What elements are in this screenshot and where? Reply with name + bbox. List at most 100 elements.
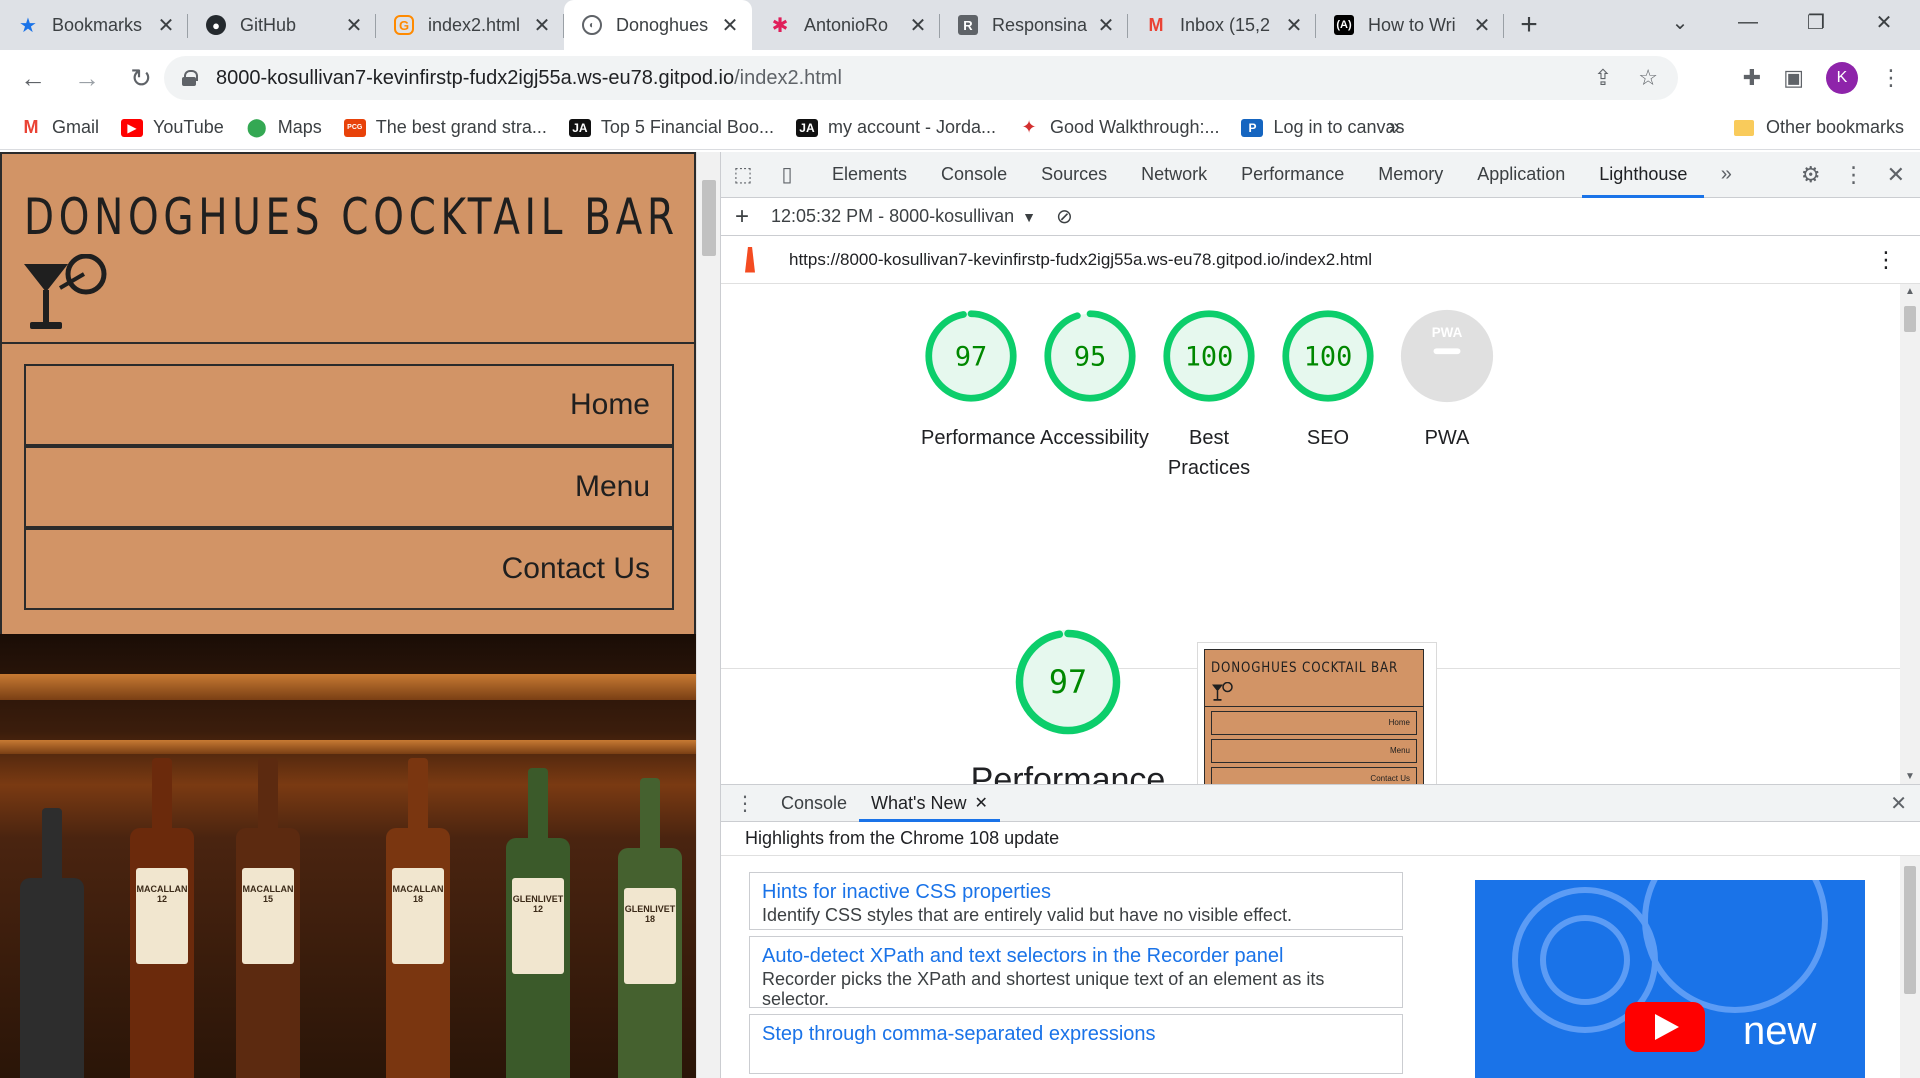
side-panel-icon[interactable]: ▣ xyxy=(1783,65,1804,91)
tab-memory[interactable]: Memory xyxy=(1361,152,1460,198)
close-window-icon[interactable]: ✕ xyxy=(1854,0,1914,44)
performance-detail-gauge[interactable]: 97 Performance xyxy=(943,626,1193,784)
bookmark-youtube[interactable]: ▶ YouTube xyxy=(121,117,224,138)
bookmark-gmail[interactable]: M Gmail xyxy=(20,117,100,138)
browser-tab-bookmarks[interactable]: ★ Bookmarks ✕ xyxy=(0,0,188,50)
score-gauge-best-practices[interactable]: 100 Best Practices xyxy=(1159,308,1259,483)
nav-contact[interactable]: Contact Us xyxy=(24,528,674,610)
bookmark-star-icon[interactable]: ☆ xyxy=(1638,65,1658,91)
card-heading[interactable]: Hints for inactive CSS properties xyxy=(762,879,1390,905)
bookmark-label: Top 5 Financial Boo... xyxy=(600,117,774,137)
other-bookmarks[interactable]: Other bookmarks xyxy=(1733,117,1904,138)
scroll-up-icon[interactable]: ▲ xyxy=(1905,286,1915,297)
report-scrollbar[interactable]: ▲ ▼ xyxy=(1900,284,1920,784)
scrollbar-thumb[interactable] xyxy=(1904,306,1916,332)
nav-home[interactable]: Home xyxy=(24,364,674,446)
browser-tab-index2[interactable]: G index2.html ✕ xyxy=(376,0,564,50)
menu-dots-icon[interactable]: ⋮ xyxy=(1880,65,1902,91)
report-select[interactable]: 12:05:32 PM - 8000-kosullivan xyxy=(771,206,1014,227)
devtools-menu-icon[interactable]: ⋮ xyxy=(1843,162,1865,188)
drawer-tab-whats-new[interactable]: What's New ✕ xyxy=(859,784,1000,822)
drawer-scrollbar[interactable] xyxy=(1900,856,1920,1078)
score-gauge-accessibility[interactable]: 95 Accessibility xyxy=(1040,308,1149,453)
device-toolbar-icon[interactable]: ▯ xyxy=(765,152,809,198)
scrollbar-thumb[interactable] xyxy=(1904,866,1916,994)
close-tab-icon[interactable]: ✕ xyxy=(1472,13,1492,38)
report-url[interactable]: https://8000-kosullivan7-kevinfirstp-fud… xyxy=(789,250,1372,270)
bookmark-label: The best grand stra... xyxy=(375,117,547,137)
share-icon[interactable]: ⇪ xyxy=(1594,65,1612,91)
bookmark-jordan[interactable]: JA my account - Jorda... xyxy=(795,117,996,138)
whats-new-card[interactable]: Hints for inactive CSS properties Identi… xyxy=(749,872,1403,930)
scroll-down-icon[interactable]: ▼ xyxy=(1905,771,1915,782)
tab-console[interactable]: Console xyxy=(924,152,1024,198)
other-bookmarks-label: Other bookmarks xyxy=(1765,117,1904,137)
restore-icon[interactable]: ❐ xyxy=(1786,0,1846,44)
close-tab-icon[interactable]: ✕ xyxy=(1284,13,1304,38)
score-gauge-pwa[interactable]: PWA PWA xyxy=(1397,308,1497,453)
browser-tab-donoghues[interactable]: ◐ Donoghues ✕ xyxy=(564,0,752,50)
close-tab-icon[interactable]: ✕ xyxy=(1096,13,1116,38)
thumb-nav: Home Menu Contact Us xyxy=(1204,707,1424,784)
score-gauge-performance[interactable]: 97 Performance xyxy=(921,308,1036,453)
bottle: MACALLAN 18 xyxy=(386,758,450,1078)
tab-sources[interactable]: Sources xyxy=(1024,152,1124,198)
forward-icon[interactable]: → xyxy=(66,57,108,99)
extensions-icon[interactable]: ✚ xyxy=(1743,65,1761,91)
browser-tab-responsina[interactable]: R Responsina ✕ xyxy=(940,0,1128,50)
lock-icon xyxy=(182,70,198,86)
bookmarks-overflow-icon[interactable]: » xyxy=(1389,116,1400,139)
tab-elements[interactable]: Elements xyxy=(815,152,924,198)
reload-icon[interactable]: ↻ xyxy=(120,57,162,99)
clear-reports-icon[interactable]: ⊘ xyxy=(1056,204,1073,229)
browser-toolbar: ← → ↻ 8000-kosullivan7-kevinfirstp-fudx2… xyxy=(0,50,1920,106)
avatar[interactable]: K xyxy=(1826,62,1858,94)
report-menu-icon[interactable]: ⋮ xyxy=(1875,247,1897,273)
close-tab-icon[interactable]: ✕ xyxy=(344,13,364,38)
close-tab-icon[interactable]: ✕ xyxy=(908,13,928,38)
browser-tab-slack[interactable]: ✱ AntonioRo ✕ xyxy=(752,0,940,50)
bottle-label: MACALLAN 12 xyxy=(136,868,188,964)
settings-gear-icon[interactable]: ⚙ xyxy=(1801,162,1821,188)
card-heading[interactable]: Auto-detect XPath and text selectors in … xyxy=(762,943,1390,969)
tab-lighthouse[interactable]: Lighthouse xyxy=(1582,152,1705,198)
pwa-badge-icon: PWA xyxy=(1400,309,1494,403)
scrollbar-thumb[interactable] xyxy=(702,180,716,256)
page-scrollbar[interactable] xyxy=(696,152,720,1078)
new-tab-button[interactable]: + xyxy=(1504,0,1554,50)
chevron-down-icon[interactable]: ▼ xyxy=(1022,209,1036,225)
nav-menu[interactable]: Menu xyxy=(24,446,674,528)
tab-network[interactable]: Network xyxy=(1124,152,1224,198)
tab-performance[interactable]: Performance xyxy=(1224,152,1361,198)
whats-new-video[interactable]: new xyxy=(1475,880,1865,1078)
close-tab-icon[interactable]: ✕ xyxy=(975,793,988,813)
close-tab-icon[interactable]: ✕ xyxy=(720,13,740,38)
bookmark-financial[interactable]: JA Top 5 Financial Boo... xyxy=(568,117,774,138)
close-devtools-icon[interactable]: ✕ xyxy=(1887,162,1905,188)
drawer-tab-console[interactable]: Console xyxy=(769,784,859,822)
browser-tab-howto[interactable]: (A) How to Wri ✕ xyxy=(1316,0,1504,50)
whats-new-card[interactable]: Auto-detect XPath and text selectors in … xyxy=(749,936,1403,1009)
address-bar[interactable]: 8000-kosullivan7-kevinfirstp-fudx2igj55a… xyxy=(164,56,1678,100)
close-drawer-icon[interactable]: ✕ xyxy=(1890,791,1907,816)
card-heading[interactable]: Step through comma-separated expressions xyxy=(762,1021,1390,1047)
tab-application[interactable]: Application xyxy=(1460,152,1582,198)
score-gauge-seo[interactable]: 100 SEO xyxy=(1278,308,1378,453)
bookmark-walkthrough[interactable]: ✦ Good Walkthrough:... xyxy=(1018,117,1220,138)
tab-title: Bookmarks xyxy=(52,14,143,35)
whats-new-card[interactable]: Step through comma-separated expressions xyxy=(749,1014,1403,1074)
minimize-icon[interactable]: — xyxy=(1718,0,1778,44)
more-tabs-icon[interactable]: » xyxy=(1704,152,1748,198)
bookmark-pcgamer[interactable]: PCG The best grand stra... xyxy=(343,117,547,138)
browser-tab-inbox[interactable]: M Inbox (15,2 ✕ xyxy=(1128,0,1316,50)
inspect-element-icon[interactable]: ⬚ xyxy=(721,152,765,198)
bookmark-canvas[interactable]: P Log in to canvas xyxy=(1241,117,1405,138)
bookmark-maps[interactable]: ⬤ Maps xyxy=(246,117,322,138)
back-icon[interactable]: ← xyxy=(12,57,54,99)
close-tab-icon[interactable]: ✕ xyxy=(532,13,552,38)
tab-search-icon[interactable]: ⌄ xyxy=(1650,0,1710,44)
close-tab-icon[interactable]: ✕ xyxy=(156,13,176,38)
browser-tab-github[interactable]: ● GitHub ✕ xyxy=(188,0,376,50)
new-report-icon[interactable]: + xyxy=(735,203,749,231)
drawer-menu-icon[interactable]: ⋮ xyxy=(721,791,769,816)
